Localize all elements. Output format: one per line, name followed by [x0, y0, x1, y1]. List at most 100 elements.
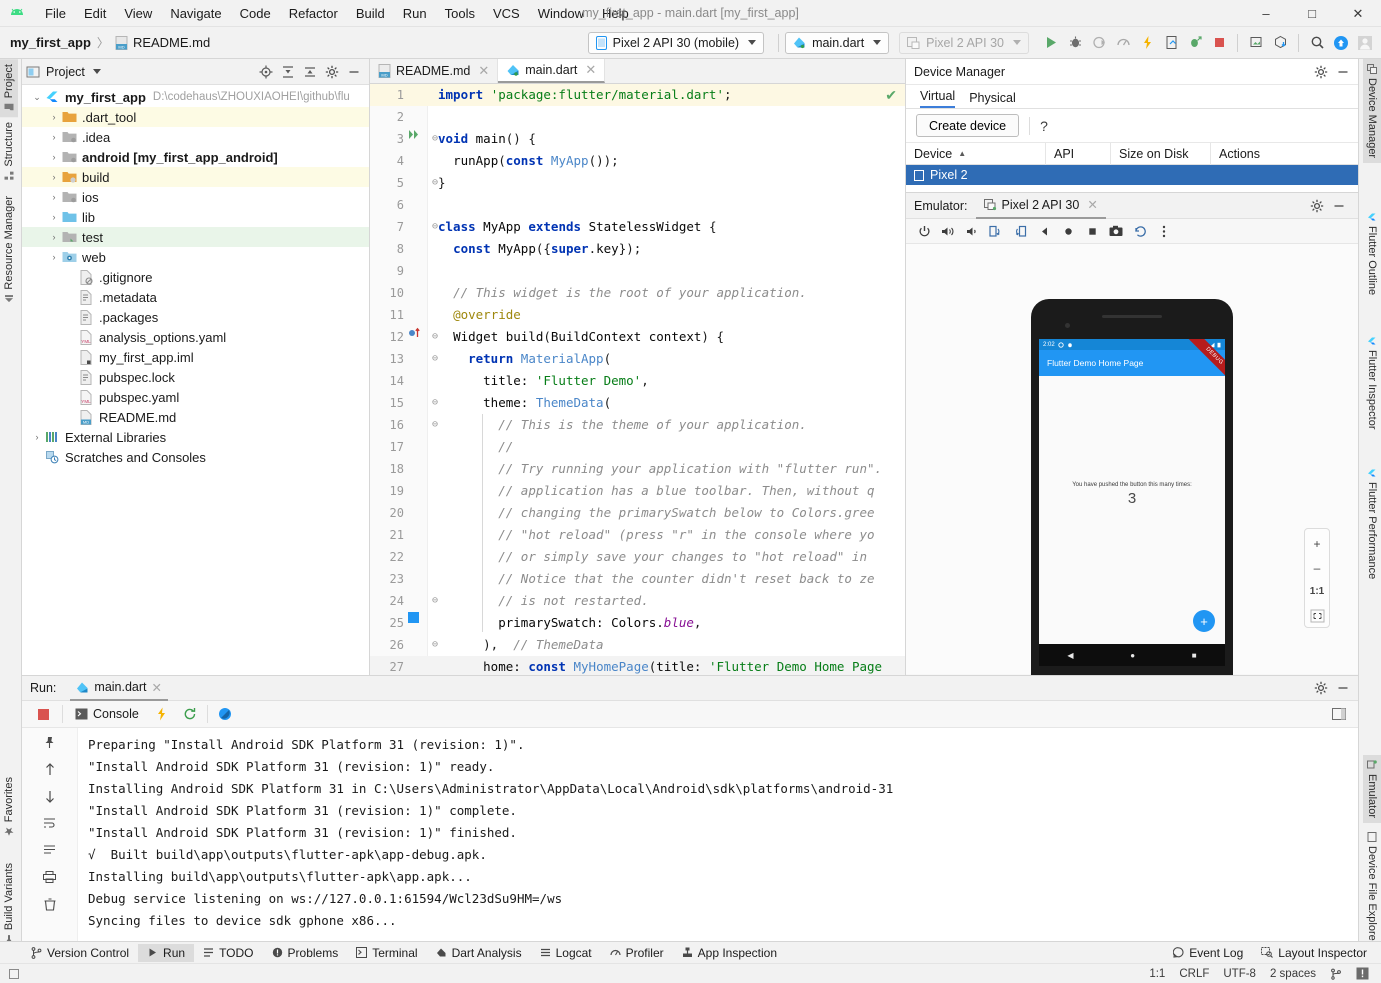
- menu-code[interactable]: Code: [231, 3, 280, 24]
- overview-icon[interactable]: [1082, 221, 1102, 241]
- run-tab-main-dart[interactable]: main.dart ✕: [70, 676, 168, 701]
- inspection-ok-icon[interactable]: ✔: [885, 87, 897, 104]
- device-selector-combo[interactable]: Pixel 2 API 30 (mobile): [587, 31, 765, 54]
- more-icon[interactable]: [1154, 221, 1174, 241]
- minimize-button[interactable]: –: [1243, 0, 1289, 27]
- nav-home-icon[interactable]: ●: [1130, 651, 1135, 660]
- tree-node[interactable]: › .idea: [22, 127, 369, 147]
- locate-icon[interactable]: [255, 61, 277, 83]
- breadcrumb-project[interactable]: my_first_app: [10, 35, 91, 50]
- expand-arrow-icon[interactable]: ›: [47, 172, 61, 182]
- menu-file[interactable]: File: [36, 3, 75, 24]
- menu-tools[interactable]: Tools: [436, 3, 484, 24]
- help-icon[interactable]: ?: [1040, 118, 1048, 134]
- gear-icon[interactable]: [321, 61, 343, 83]
- line-separator[interactable]: CRLF: [1179, 968, 1209, 980]
- code-line[interactable]: 2: [370, 106, 905, 128]
- pin-icon[interactable]: [40, 732, 60, 752]
- menu-build[interactable]: Build: [347, 3, 394, 24]
- volume-up-icon[interactable]: [938, 221, 958, 241]
- sidebar-item-device-manager[interactable]: Device Manager: [1363, 59, 1381, 164]
- status-problems[interactable]: Problems: [263, 944, 348, 962]
- tree-node[interactable]: .packages: [22, 307, 369, 327]
- soft-wrap-icon[interactable]: [40, 813, 60, 833]
- breadcrumb-file[interactable]: MD README.md: [115, 35, 210, 50]
- menu-refactor[interactable]: Refactor: [280, 3, 347, 24]
- collapse-all-icon[interactable]: [299, 61, 321, 83]
- expand-arrow-icon[interactable]: ›: [47, 192, 61, 202]
- tree-node[interactable]: MD README.md: [22, 407, 369, 427]
- code-line[interactable]: 12 ⊖ Widget build(BuildContext context) {: [370, 326, 905, 348]
- tree-node[interactable]: my_first_app.iml: [22, 347, 369, 367]
- menu-vcs[interactable]: VCS: [484, 3, 529, 24]
- emulator-device-frame[interactable]: 2:02 Flutter Demo Home Page DEBUG You ha…: [1031, 299, 1233, 719]
- stop-icon[interactable]: [30, 708, 56, 721]
- back-icon[interactable]: [1034, 221, 1054, 241]
- tree-node[interactable]: › test: [22, 227, 369, 247]
- code-line[interactable]: 13 ⊖ return MaterialApp(: [370, 348, 905, 370]
- dart-devtools-icon[interactable]: [214, 707, 236, 721]
- tree-node[interactable]: › lib: [22, 207, 369, 227]
- sidebar-item-flutter-performance[interactable]: Flutter Performance: [1363, 463, 1381, 584]
- tree-node[interactable]: › .dart_tool: [22, 107, 369, 127]
- notification-icon[interactable]: [1356, 967, 1369, 980]
- home-icon[interactable]: [1058, 221, 1078, 241]
- minimize-icon[interactable]: [1328, 195, 1350, 217]
- code-line[interactable]: 7 ⊖ class MyApp extends StatelessWidget {: [370, 216, 905, 238]
- menu-run[interactable]: Run: [394, 3, 436, 24]
- close-icon[interactable]: ✕: [1087, 197, 1097, 212]
- tree-node[interactable]: Scratches and Consoles: [22, 447, 369, 467]
- tree-node[interactable]: .metadata: [22, 287, 369, 307]
- sidebar-item-build-variants[interactable]: Build Variants: [0, 858, 18, 949]
- sidebar-item-structure[interactable]: Structure: [0, 117, 18, 186]
- close-icon[interactable]: ✕: [478, 63, 489, 79]
- expand-arrow-icon[interactable]: ›: [47, 212, 61, 222]
- clear-icon[interactable]: [40, 894, 60, 914]
- run-icon[interactable]: [1039, 31, 1063, 55]
- zoom-in-button[interactable]: +: [1306, 533, 1328, 554]
- run-gutter-icon[interactable]: [408, 128, 424, 141]
- stop-icon[interactable]: [1207, 31, 1231, 55]
- sidebar-item-flutter-inspector[interactable]: Flutter Inspector: [1363, 331, 1381, 434]
- status-dart-analysis[interactable]: Dart Analysis: [427, 944, 531, 962]
- code-line[interactable]: 10 // This widget is the root of your ap…: [370, 282, 905, 304]
- restart-icon[interactable]: [179, 707, 201, 721]
- rotate-right-icon[interactable]: [1010, 221, 1030, 241]
- close-icon[interactable]: ✕: [585, 62, 596, 78]
- app-body[interactable]: You have pushed the button this many tim…: [1039, 376, 1225, 644]
- code-area[interactable]: 1 import 'package:flutter/material.dart';…: [370, 84, 905, 675]
- status-layout-inspector[interactable]: Layout Inspector: [1252, 944, 1381, 962]
- status-todo[interactable]: TODO: [194, 944, 262, 962]
- editor-tab-readme[interactable]: MD README.md ✕: [370, 59, 499, 83]
- sdk-manager-icon[interactable]: [1268, 31, 1292, 55]
- screenshot-icon[interactable]: [1106, 221, 1126, 241]
- update-icon[interactable]: [1329, 31, 1353, 55]
- scroll-down-icon[interactable]: [40, 786, 60, 806]
- minimize-icon[interactable]: [1332, 677, 1354, 699]
- code-line[interactable]: 3 ⊖ void main() {: [370, 128, 905, 150]
- tree-node[interactable]: › android [my_first_app_android]: [22, 147, 369, 167]
- code-line[interactable]: 5 ⊖}: [370, 172, 905, 194]
- code-line[interactable]: 17 //: [370, 436, 905, 458]
- layout-settings-icon[interactable]: [1328, 708, 1350, 720]
- tree-node[interactable]: ⌄ my_first_app D:\codehaus\ZHOUXIAOHEI\git…: [22, 87, 369, 107]
- code-line[interactable]: 22 // or simply save your changes to "ho…: [370, 546, 905, 568]
- close-icon[interactable]: ✕: [152, 680, 162, 695]
- scroll-up-icon[interactable]: [40, 759, 60, 779]
- editor-tab-main-dart[interactable]: main.dart ✕: [498, 59, 606, 83]
- account-icon[interactable]: [1353, 31, 1377, 55]
- gear-icon[interactable]: [1310, 677, 1332, 699]
- sidebar-item-emulator[interactable]: Emulator: [1363, 754, 1381, 823]
- column-device[interactable]: Device ▲: [906, 142, 1046, 165]
- volume-down-icon[interactable]: [962, 221, 982, 241]
- status-app-inspection[interactable]: App Inspection: [673, 944, 786, 962]
- debug-icon[interactable]: [1063, 31, 1087, 55]
- print-icon[interactable]: [40, 867, 60, 887]
- power-icon[interactable]: [914, 221, 934, 241]
- code-line[interactable]: 4 runApp(const MyApp());: [370, 150, 905, 172]
- code-line[interactable]: 18 // Try running your application with …: [370, 458, 905, 480]
- code-line[interactable]: 25 primarySwatch: Colors.blue,: [370, 612, 905, 634]
- sidebar-item-flutter-outline[interactable]: Flutter Outline: [1363, 207, 1381, 300]
- color-swatch-icon[interactable]: [408, 612, 424, 623]
- device-manager-icon[interactable]: [1244, 31, 1268, 55]
